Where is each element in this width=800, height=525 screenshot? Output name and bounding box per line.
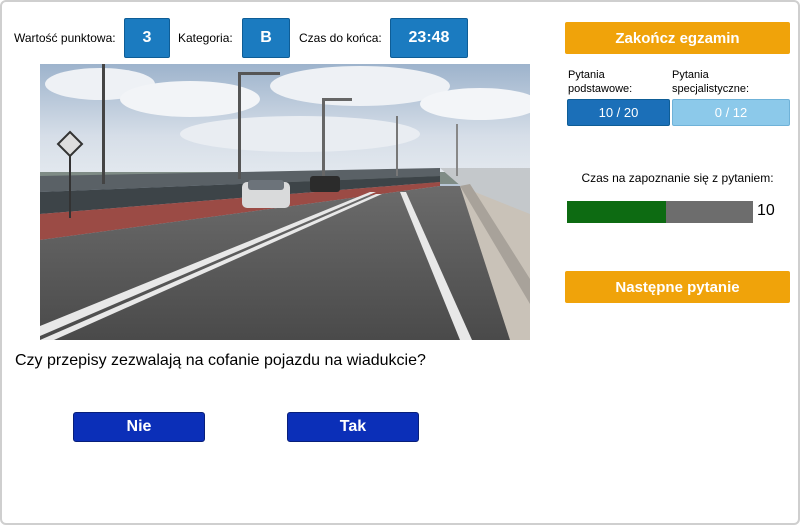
question-text: Czy przepisy zezwalają na cofanie pojazd…: [15, 352, 426, 369]
exam-window: Wartość punktowa: 3 Kategoria: B Czas do…: [0, 0, 800, 525]
points-label: Wartość punktowa:: [14, 31, 116, 45]
basic-label-line1: Pytania: [568, 69, 605, 81]
specialist-progress-box: 0 / 12: [672, 99, 790, 126]
time-left-label: Czas do końca:: [299, 31, 382, 45]
specialist-questions-label: Pytania specjalistyczne:: [672, 68, 749, 96]
reading-time-bar-fill: [567, 201, 666, 223]
specialist-label-line1: Pytania: [672, 69, 709, 81]
category-label: Kategoria:: [178, 31, 233, 45]
answer-yes-button[interactable]: Tak: [287, 412, 419, 442]
reading-time-bar: [567, 201, 753, 223]
question-photo: [40, 64, 530, 340]
end-exam-button[interactable]: Zakończ egzamin: [565, 22, 790, 54]
category-value-box: B: [242, 18, 290, 58]
time-left-value-box: 23:48: [390, 18, 468, 58]
basic-questions-label: Pytania podstawowe:: [568, 68, 632, 96]
specialist-label-line2: specjalistyczne:: [672, 83, 750, 95]
next-question-button[interactable]: Następne pytanie: [565, 271, 790, 303]
points-value-box: 3: [124, 18, 170, 58]
basic-progress-box: 10 / 20: [567, 99, 670, 126]
reading-time-label: Czas na zapoznanie się z pytaniem:: [581, 171, 774, 185]
reading-time-value: 10: [757, 202, 775, 219]
answer-no-button[interactable]: Nie: [73, 412, 205, 442]
basic-label-line2: podstawowe:: [568, 83, 633, 95]
